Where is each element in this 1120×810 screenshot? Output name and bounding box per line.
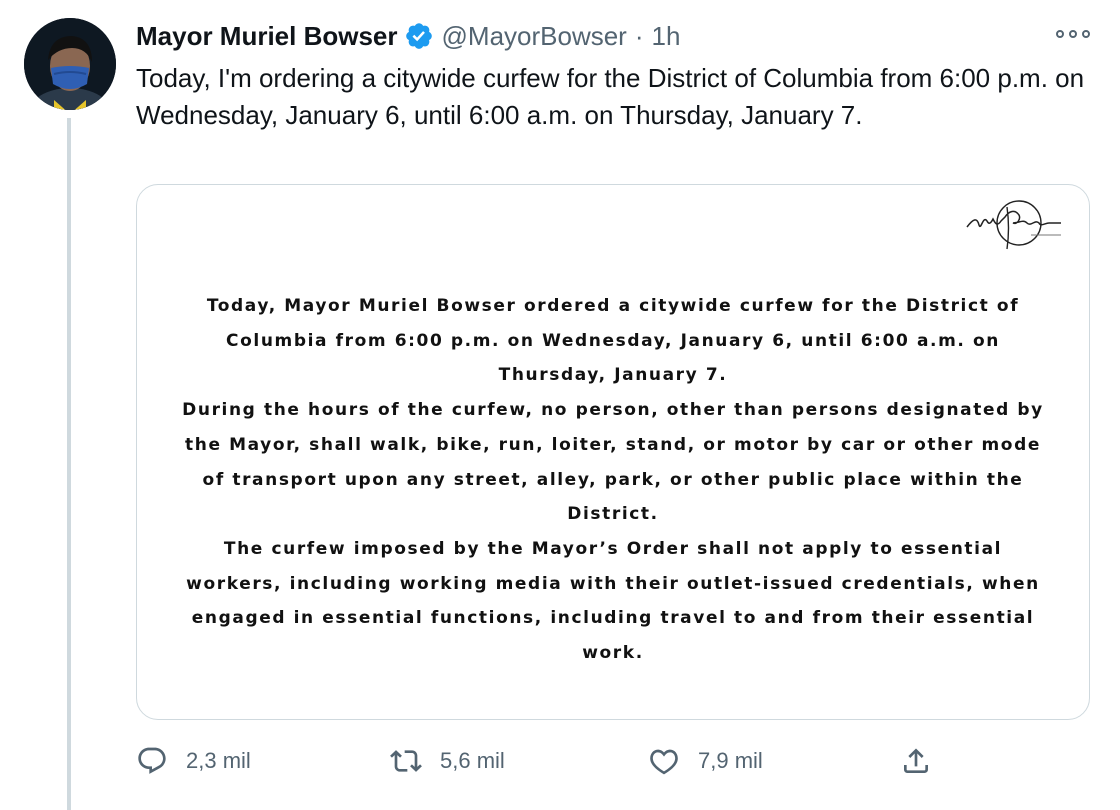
retweet-button[interactable]: 5,6 mil [390,738,505,784]
share-button[interactable] [900,738,932,784]
verified-badge-icon [404,21,434,51]
dot-separator: · [634,20,644,51]
notice-paragraph: During the hours of the curfew, no perso… [182,400,1044,525]
share-icon [904,748,928,773]
curfew-notice: Today, Mayor Muriel Bowser ordered a cit… [177,289,1049,671]
reply-icon [138,747,166,774]
like-button[interactable]: 7,9 mil [648,738,763,784]
avatar-photo [24,18,116,110]
attached-image[interactable]: Today, Mayor Muriel Bowser ordered a cit… [136,184,1090,720]
reply-button[interactable]: 2,3 mil [136,738,251,784]
tweet-actions: 2,3 mil 5,6 mil 7,9 mil [136,738,1096,784]
thread-line [67,118,71,810]
signature-logo [961,193,1069,259]
tweet-header: Mayor Muriel Bowser @MayorBowser · 1h [136,18,680,54]
timestamp[interactable]: 1h [652,21,681,52]
avatar[interactable] [24,18,116,110]
reply-count: 2,3 mil [186,748,251,773]
more-dot [1069,30,1077,38]
retweet-count: 5,6 mil [440,748,505,773]
like-count: 7,9 mil [698,748,763,773]
retweet-icon [390,750,422,772]
tweet-text: Today, I'm ordering a citywide curfew fo… [136,63,1085,130]
notice-paragraph: The curfew imposed by the Mayor’s Order … [186,538,1040,664]
more-dot [1056,30,1064,38]
notice-paragraph: Today, Mayor Muriel Bowser ordered a cit… [206,296,1020,386]
author-handle[interactable]: @MayorBowser [442,21,627,52]
more-options-icon[interactable] [1056,24,1090,44]
author-name[interactable]: Mayor Muriel Bowser [136,21,398,52]
more-dot [1082,30,1090,38]
heart-icon [650,749,678,775]
